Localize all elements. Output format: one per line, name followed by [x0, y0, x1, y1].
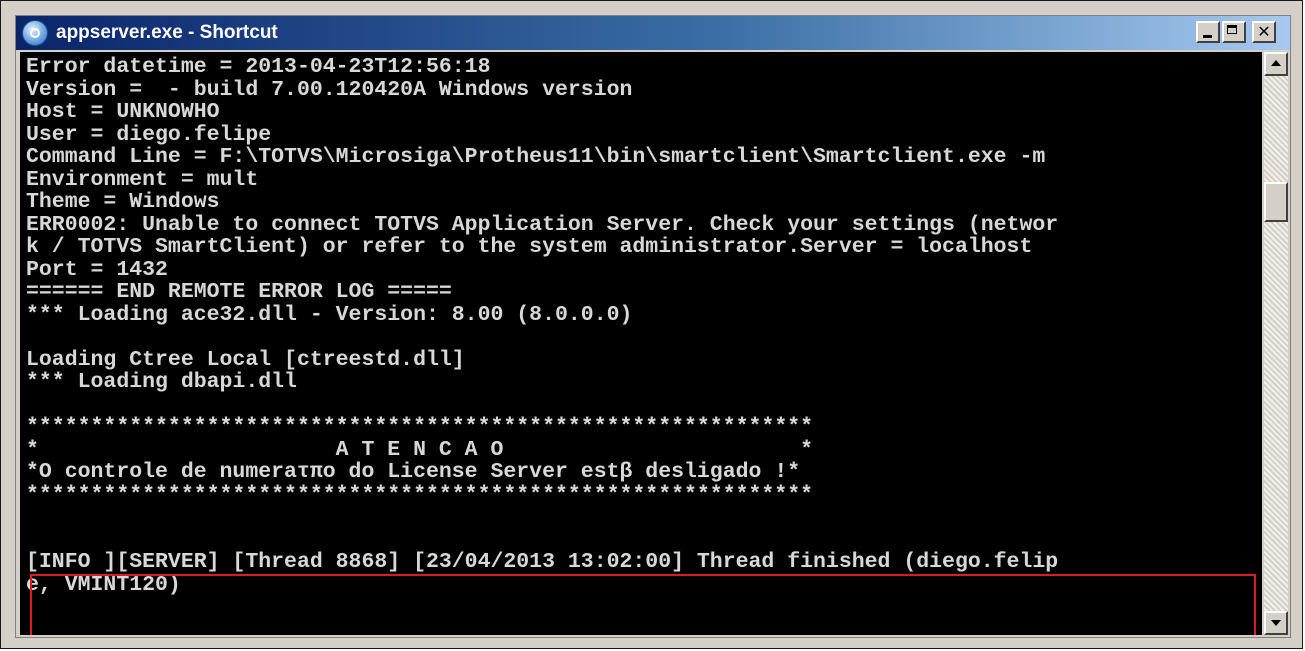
scroll-thumb[interactable]: [1264, 182, 1288, 222]
console-line: *O controle de numeraτπo do License Serv…: [26, 460, 801, 484]
console-line: * A T E N C A O *: [26, 437, 814, 462]
app-icon[interactable]: [22, 20, 48, 46]
console-line: ERR0002: Unable to connect TOTVS Applica…: [26, 212, 1059, 237]
console-line: ****************************************…: [26, 415, 814, 439]
window-title: appserver.exe - Shortcut: [56, 22, 278, 43]
maximize-button[interactable]: [1222, 21, 1246, 43]
console-line: Error datetime = 2013-04-23T12:56:18: [26, 55, 491, 79]
scroll-up-arrow-icon[interactable]: [1264, 52, 1288, 76]
console-line: [INFO ][SERVER] [Thread 8868] [23/04/201…: [26, 550, 1059, 574]
highlight-box: [30, 574, 1256, 635]
scroll-down-arrow-icon[interactable]: [1264, 611, 1288, 635]
console-line: Environment = mult: [26, 167, 259, 192]
console-line: Port = 1432: [26, 257, 168, 282]
console-window: appserver.exe - Shortcut ✕ Error datetim…: [0, 0, 1303, 649]
console-text: Error datetime = 2013-04-23T12:56:18 Vers…: [26, 56, 1058, 596]
vertical-scrollbar[interactable]: [1264, 52, 1288, 635]
console-line: ****************************************…: [26, 482, 814, 507]
close-button[interactable]: ✕: [1252, 21, 1276, 43]
title-bar[interactable]: appserver.exe - Shortcut ✕: [16, 16, 1290, 50]
console-line: *** Loading ace32.dll - Version: 8.00 (8…: [26, 302, 633, 327]
close-icon: ✕: [1257, 22, 1271, 41]
console-line: *** Loading dbapi.dll: [26, 370, 297, 394]
console-output[interactable]: Error datetime = 2013-04-23T12:56:18 Vers…: [20, 52, 1262, 635]
window-frame: appserver.exe - Shortcut ✕ Error datetim…: [15, 15, 1291, 638]
console-line: User = diego.felipe: [26, 122, 272, 147]
console-line: Command Line = F:\TOTVS\Microsiga\Prothe…: [26, 145, 1046, 169]
console-line: Loading Ctree Local [ctreestd.dll]: [26, 347, 465, 372]
console-line: ====== END REMOTE ERROR LOG =====: [26, 280, 452, 304]
console-line: Theme = Windows: [26, 190, 220, 214]
minimize-button[interactable]: [1196, 21, 1220, 43]
console-line: k / TOTVS SmartClient) or refer to the s…: [26, 235, 1033, 259]
console-line: Host = UNKNOWHO: [26, 100, 220, 124]
console-line: Version = - build 7.00.120420A Windows v…: [26, 77, 633, 102]
